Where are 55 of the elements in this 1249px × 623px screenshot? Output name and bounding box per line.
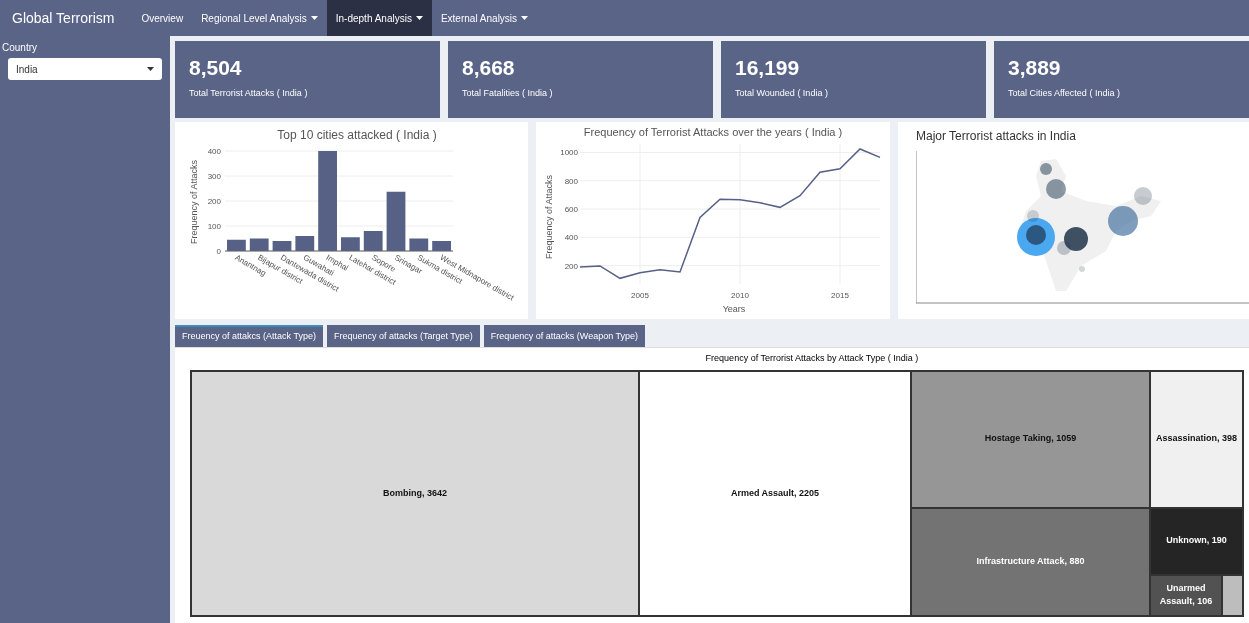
- country-select[interactable]: India: [8, 58, 162, 80]
- treemap-tile: Infrastructure Attack, 880: [911, 507, 1150, 616]
- nav-menu-item[interactable]: In-depth Analysis: [326, 0, 432, 36]
- stat-value: 8,504: [189, 57, 243, 78]
- axis-tick-label: 100: [207, 222, 221, 231]
- axis-title: Frequency of Attacks: [544, 175, 554, 259]
- treemap-tile: Armed Assault, 2205: [639, 370, 911, 616]
- axis-tick-label: 400: [207, 147, 221, 156]
- map-title: Major Terrorist attacks in India: [915, 128, 1077, 145]
- brand-title: Global Terrorism: [11, 8, 116, 28]
- axis-tick-label: 200: [207, 197, 221, 206]
- axis-tick-label: 2010: [731, 291, 749, 300]
- axis-tick-label: 2005: [631, 291, 649, 300]
- axis-tick-label: 800: [564, 176, 578, 186]
- bar: [295, 236, 315, 251]
- chart-title: Frequency of Terrorist Attacks over the years ( India ): [583, 126, 843, 138]
- field-label: Country: [2, 41, 38, 55]
- axis-title: Years: [722, 304, 746, 314]
- bar: [363, 231, 383, 251]
- tab[interactable]: Frequency of attacks (Target Type): [326, 325, 480, 347]
- tab[interactable]: Frequency of attacks (Weapon Type): [483, 325, 646, 347]
- stat-label: Total Terrorist Attacks ( India ): [189, 87, 309, 100]
- bar: [409, 238, 429, 251]
- bar: [341, 237, 360, 251]
- bar: [272, 241, 292, 251]
- treemap-tile: Assassination, 398: [1150, 370, 1243, 508]
- axis-tick-label: 1000: [560, 148, 578, 158]
- nav-menu-item[interactable]: Regional Level Analysis: [192, 0, 327, 36]
- treemap-title: Frequency of Terrorist Attacks by Attack Type ( India ): [704, 352, 920, 365]
- bar: [227, 239, 246, 251]
- caret-icon: [147, 67, 154, 71]
- nav-menu-item[interactable]: External Analysis: [431, 0, 538, 36]
- tab[interactable]: Freuency of attakcs (Attack Type): [175, 325, 323, 347]
- treemap-tile: Bombing, 3642: [191, 370, 639, 616]
- nav-menu-item[interactable]: Overview: [132, 0, 193, 36]
- axis-tick-label: 300: [207, 172, 221, 181]
- stat-value: 3,889: [1008, 57, 1062, 78]
- axis-title: Frequency of Attacks: [189, 160, 199, 244]
- stat-value: 8,668: [462, 57, 516, 78]
- axis-tick-label: 0: [216, 247, 221, 256]
- stat-label: Total Fatalities ( India ): [462, 87, 554, 100]
- chart-title: Top 10 cities attacked ( India ): [277, 128, 437, 142]
- stat-label: Total Wounded ( India ): [735, 87, 829, 100]
- bar: [386, 191, 406, 251]
- axis-tick-label: 200: [564, 261, 578, 271]
- treemap-tile: Unarmed Assault, 106: [1150, 574, 1222, 616]
- bar: [432, 241, 451, 251]
- axis-tick-label: 600: [564, 205, 578, 215]
- bar: [249, 238, 269, 251]
- stat-label: Total Cities Affected ( India ): [1008, 87, 1121, 100]
- stat-value: 16,199: [735, 57, 801, 78]
- axis-tick-label: 400: [564, 233, 578, 243]
- axis-tick-label: 2015: [831, 291, 849, 300]
- treemap-tile: Hostage Taking, 1059: [911, 370, 1150, 508]
- treemap-tile: Unknown, 190: [1150, 507, 1243, 575]
